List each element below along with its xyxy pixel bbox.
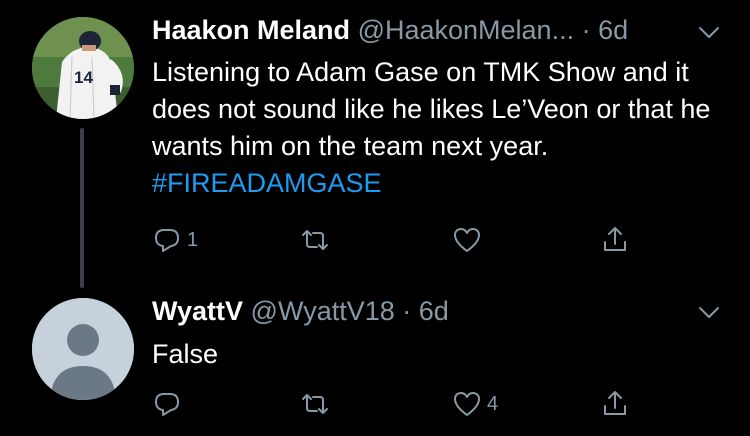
retweet-icon — [302, 394, 328, 414]
tweet-header: Haakon Meland @HaakonMelan... · 6d — [152, 14, 628, 46]
reply-button[interactable] — [152, 384, 187, 424]
like-icon — [454, 228, 480, 252]
share-button[interactable] — [600, 384, 630, 424]
share-icon — [604, 227, 626, 251]
reply-count: 1 — [187, 228, 199, 251]
tweet-actions: 4 — [0, 384, 750, 424]
tweet-text: False — [152, 336, 722, 373]
tweet-body: False — [152, 339, 219, 369]
timestamp[interactable]: · 6d — [402, 296, 449, 326]
like-button[interactable]: 4 — [452, 384, 498, 424]
share-icon — [604, 391, 626, 415]
chevron-down-icon[interactable] — [698, 306, 720, 320]
timestamp[interactable]: · 6d — [582, 15, 629, 45]
tweet-text: Listening to Adam Gase on TMK Show and i… — [152, 54, 722, 202]
tweet[interactable]: 14 Haakon Meland @HaakonMelan... · 6d Li… — [0, 0, 750, 290]
avatar[interactable]: 14 — [32, 17, 134, 119]
retweet-button[interactable] — [300, 220, 335, 260]
like-icon — [454, 392, 480, 416]
hashtag-link[interactable]: #FIREADAMGASE — [152, 168, 382, 198]
handle[interactable]: @HaakonMelan... — [358, 15, 575, 45]
retweet-icon — [302, 230, 328, 250]
display-name[interactable]: WyattV — [152, 296, 243, 326]
reply-icon — [155, 393, 179, 416]
jersey-number: 14 — [74, 68, 93, 87]
retweet-button[interactable] — [300, 384, 335, 424]
like-button[interactable] — [452, 220, 487, 260]
display-name[interactable]: Haakon Meland — [152, 15, 350, 45]
chevron-down-icon[interactable] — [698, 26, 720, 40]
like-count: 4 — [487, 392, 499, 415]
tweet-actions: 1 — [0, 220, 750, 260]
avatar-photo: 14 — [32, 17, 134, 119]
handle[interactable]: @WyattV18 — [251, 296, 395, 326]
thread-line — [80, 128, 84, 288]
reply-button[interactable]: 1 — [152, 220, 198, 260]
tweet-header: WyattV @WyattV18 · 6d — [152, 295, 449, 327]
share-button[interactable] — [600, 220, 630, 260]
tweet-body: Listening to Adam Gase on TMK Show and i… — [152, 57, 711, 161]
reply-icon — [155, 229, 179, 252]
